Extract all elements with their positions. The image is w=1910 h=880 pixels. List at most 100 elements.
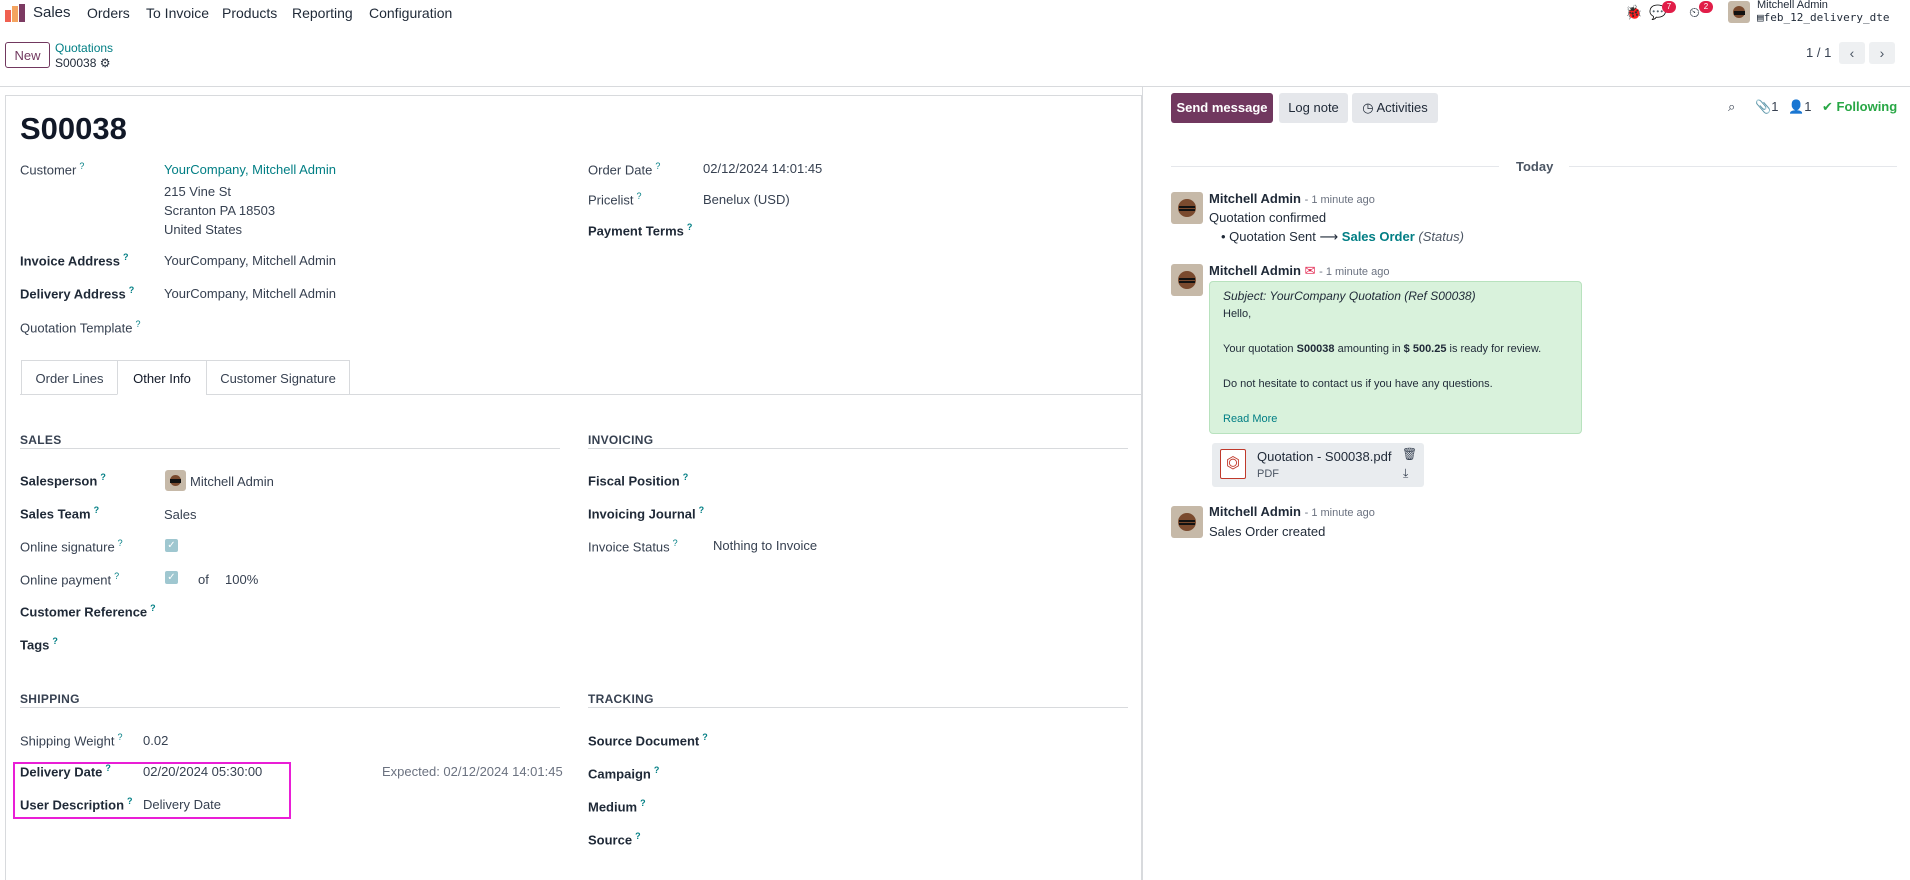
activities-button[interactable]: ◷ Activities [1352,93,1438,123]
fiscal-position-label: Fiscal Position? [588,472,689,489]
tracking-value-change: • Quotation Sent ⟶ Sales Order (Status) [1221,229,1464,244]
customer-address-line: United States [164,222,243,237]
payment-of-label: of [198,572,209,587]
pricelist-label: Pricelist? [588,191,642,208]
invoicing-section-title: INVOICING [588,433,654,447]
message-body: Sales Order created [1209,524,1326,539]
date-divider [1171,166,1499,167]
customer-address-line: 215 Vine St [164,184,231,199]
invoice-address-label: Invoice Address? [20,252,129,269]
source-document-label: Source Document? [588,732,708,749]
attachment-card[interactable]: ⏣ Quotation - S00038.pdf PDF 🗑 ⤓ [1212,443,1424,487]
sales-team-label: Sales Team? [20,505,100,522]
followers-button[interactable]: 👤1 [1788,99,1811,115]
shipping-weight-label: Shipping Weight? [20,732,123,749]
log-note-button[interactable]: Log note [1279,93,1348,123]
breadcrumb-current: S00038 ⚙ [55,56,111,70]
date-divider [1569,166,1897,167]
delivery-address-value[interactable]: YourCompany, Mitchell Admin [164,286,336,301]
tab-order-lines[interactable]: Order Lines [21,360,118,395]
attachment-type: PDF [1257,468,1279,480]
pager-previous-button[interactable]: ‹ [1839,42,1865,64]
tab-customer-signature[interactable]: Customer Signature [206,360,350,395]
email-message-bubble: Subject: YourCompany Quotation (Ref S000… [1209,281,1582,434]
menu-configuration[interactable]: Configuration [369,5,452,21]
message-author-avatar[interactable] [1171,264,1203,296]
activities-badge: 2 [1699,1,1713,13]
expected-date: Expected: 02/12/2024 14:01:45 [382,764,563,779]
tab-other-info[interactable]: Other Info [117,360,207,395]
menu-to-invoice[interactable]: To Invoice [146,5,209,21]
trash-icon[interactable]: 🗑 [1402,447,1417,461]
invoice-status-value: Nothing to Invoice [713,538,818,553]
tracking-section-divider [588,707,1128,708]
attachment-name: Quotation - S00038.pdf [1257,449,1392,464]
shipping-weight-value[interactable]: 0.02 [143,733,168,748]
invoice-address-value[interactable]: YourCompany, Mitchell Admin [164,253,336,268]
tags-label: Tags? [20,636,58,653]
online-signature-checkbox[interactable]: ✓ [165,539,178,552]
search-icon[interactable]: ⌕ [1728,99,1735,115]
customer-reference-label: Customer Reference? [20,603,156,620]
message-author: Mitchell Admin - 1 minute ago [1209,191,1375,206]
new-button[interactable]: New [5,42,50,68]
clock-icon: ◷ [1362,100,1374,115]
payment-percent-value[interactable]: 100% [225,572,258,587]
message-body: Quotation confirmed [1209,210,1327,225]
envelope-icon: ✉ [1304,263,1316,278]
source-label: Source? [588,831,641,848]
menu-products[interactable]: Products [222,5,277,21]
message-time: - 1 minute ago [1304,194,1375,206]
read-more-link[interactable]: Read More [1223,413,1277,425]
arrow-right-icon: ⟶ [1319,229,1339,244]
chatter-divider [1142,87,1143,880]
salesperson-value[interactable]: Mitchell Admin [190,474,274,489]
sales-section-title: SALES [20,433,62,447]
app-name[interactable]: Sales [33,4,71,21]
email-subject: Subject: YourCompany Quotation (Ref S000… [1223,289,1476,303]
bug-icon[interactable]: 🐞 [1625,4,1642,21]
payment-terms-label: Payment Terms? [588,222,693,239]
customer-label: Customer? [20,161,85,178]
shipping-section-title: SHIPPING [20,692,80,706]
message-author-avatar[interactable] [1171,192,1203,224]
pager-value[interactable]: 1 / 1 [1806,45,1831,60]
pdf-icon: ⏣ [1220,449,1246,479]
date-separator-today: Today [1516,159,1554,174]
message-time: - 1 minute ago [1304,507,1375,519]
check-icon: ✔ [1822,99,1833,114]
email-greeting: Hello, [1223,308,1252,320]
email-line: Your quotation S00038 amounting in $ 500… [1223,343,1542,355]
download-icon[interactable]: ⤓ [1403,466,1408,481]
online-signature-label: Online signature? [20,538,123,555]
attachments-button[interactable]: 📎1 [1755,99,1778,115]
pricelist-value[interactable]: Benelux (USD) [703,192,790,207]
send-message-button[interactable]: Send message [1171,93,1273,123]
message-author-avatar[interactable] [1171,506,1203,538]
message-author: Mitchell Admin ✉ - 1 minute ago [1209,263,1390,278]
messages-badge: 7 [1662,1,1676,13]
invoicing-section-divider [588,448,1128,449]
order-title: S00038 [20,111,127,146]
menu-orders[interactable]: Orders [87,5,130,21]
email-line: Do not hesitate to contact us if you hav… [1223,378,1493,390]
highlight-box [13,762,291,819]
gear-icon[interactable]: ⚙ [100,56,111,70]
sales-team-value[interactable]: Sales [164,507,197,522]
salesperson-avatar [165,470,186,491]
delivery-address-label: Delivery Address? [20,285,135,302]
pager-next-button[interactable]: › [1869,42,1895,64]
breadcrumb-quotations[interactable]: Quotations [55,41,113,55]
paperclip-icon: 📎 [1755,99,1772,114]
order-date-label: Order Date? [588,161,661,178]
database-icon: ▤ [1757,11,1764,24]
customer-link[interactable]: YourCompany, Mitchell Admin [164,162,336,177]
user-name[interactable]: Mitchell Admin [1757,0,1828,11]
top-navbar: Sales Orders To Invoice Products Reporti… [0,0,1910,26]
following-button[interactable]: ✔ Following [1822,99,1897,115]
menu-reporting[interactable]: Reporting [292,5,353,21]
app-logo-icon[interactable] [5,4,25,22]
online-payment-checkbox[interactable]: ✓ [165,571,178,584]
user-avatar[interactable] [1728,1,1750,23]
order-date-value[interactable]: 02/12/2024 14:01:45 [703,161,822,176]
